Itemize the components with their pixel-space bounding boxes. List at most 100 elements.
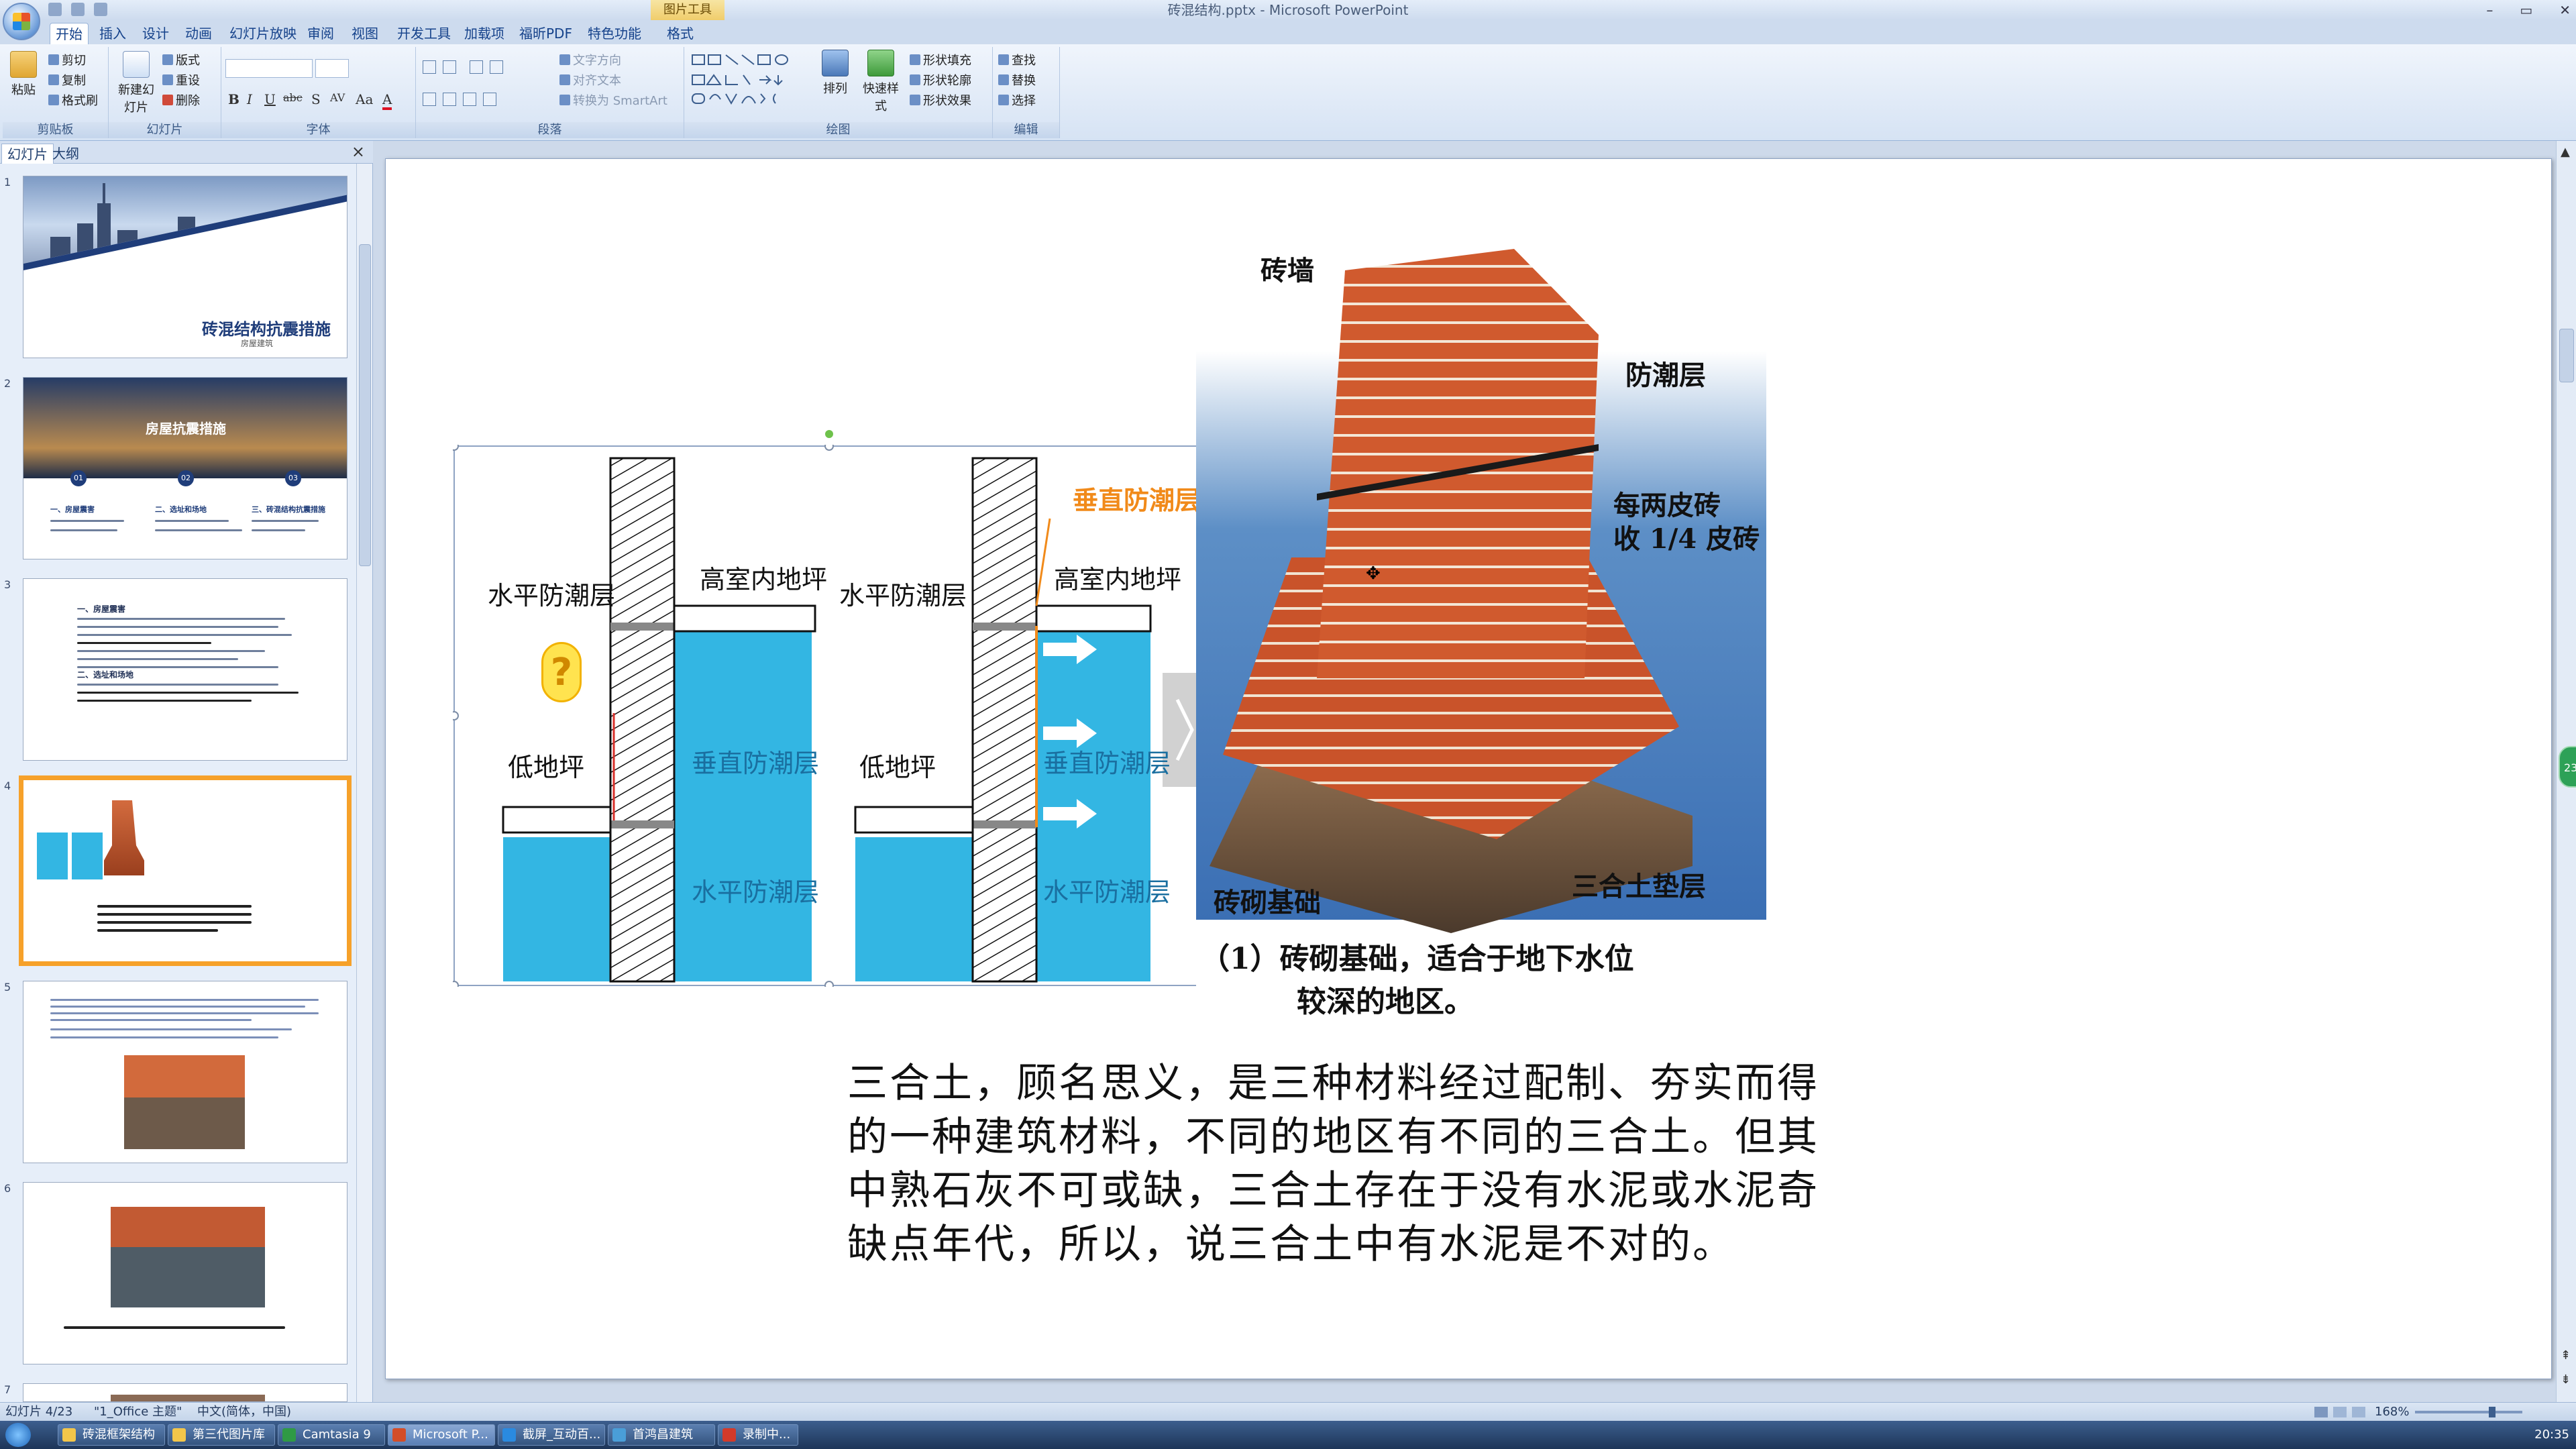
justify-icon[interactable] [483, 93, 496, 106]
layout-button[interactable]: 版式 [162, 51, 200, 68]
zoom-slider-thumb[interactable] [2489, 1407, 2496, 1417]
shadow-button[interactable]: S [311, 91, 321, 107]
new-slide-button[interactable]: 新建幻灯片 [113, 51, 160, 115]
align-center-icon[interactable] [443, 93, 456, 106]
align-text-button[interactable]: 对齐文本 [559, 71, 621, 89]
panel-scrollbar[interactable] [356, 164, 372, 1402]
tab-home[interactable]: 开始 [50, 23, 89, 44]
maximize-button[interactable]: ▭ [2520, 0, 2532, 20]
char-spacing-button[interactable]: AV [330, 91, 345, 104]
tab-insert[interactable]: 插入 [94, 23, 131, 44]
change-case-button[interactable]: Aa [356, 91, 373, 107]
language-indicator[interactable]: 中文(简体，中国) [197, 1403, 291, 1421]
copy-button[interactable]: 复制 [48, 71, 86, 89]
slide-thumbnail-4[interactable] [19, 775, 352, 966]
bold-button[interactable]: B [228, 91, 239, 107]
tab-view[interactable]: 视图 [346, 23, 384, 44]
shape-fill-button[interactable]: 形状填充 [910, 51, 971, 68]
next-slide-icon[interactable]: ⇟ [2561, 1373, 2571, 1387]
redo-icon[interactable] [94, 3, 107, 16]
slideshow-view-icon[interactable] [2352, 1407, 2365, 1417]
taskbar-item[interactable]: Camtasia 9 [278, 1424, 385, 1446]
tab-developer[interactable]: 开发工具 [392, 23, 456, 44]
shapes-gallery[interactable] [690, 52, 810, 113]
taskbar-item-powerpoint[interactable]: Microsoft P... [388, 1424, 495, 1446]
text-direction-button[interactable]: 文字方向 [559, 51, 621, 68]
reset-button[interactable]: 重设 [162, 71, 200, 89]
slide-thumbnail-2[interactable]: 房屋抗震措施 01 02 03 一、房屋震害 二、选址和场地 三、砖混结构抗震措… [23, 377, 347, 559]
thumb-item: 三、砖混结构抗震措施 [252, 505, 325, 514]
slide-thumbnail-7[interactable] [23, 1383, 347, 1402]
tab-foxit-pdf[interactable]: 福昕PDF [514, 23, 578, 44]
delete-slide-button[interactable]: 删除 [162, 91, 200, 109]
tab-review[interactable]: 审阅 [302, 23, 339, 44]
sorter-view-icon[interactable] [2333, 1407, 2347, 1417]
shape-effects-button[interactable]: 形状效果 [910, 91, 971, 109]
floating-badge[interactable]: 23 [2559, 746, 2576, 788]
start-button[interactable] [5, 1423, 31, 1447]
format-painter-button[interactable]: 格式刷 [48, 91, 98, 109]
tab-slides[interactable]: 幻灯片 [1, 144, 54, 164]
drawing-group: 排列 快速样式 形状填充 形状轮廓 形状效果 绘图 [684, 47, 993, 138]
tab-animation[interactable]: 动画 [180, 23, 217, 44]
taskbar-item[interactable]: 首鸿昌建筑 [608, 1424, 715, 1446]
panel-scroll-thumb[interactable] [359, 244, 371, 566]
underline-button[interactable]: U [264, 91, 276, 107]
undo-icon[interactable] [71, 3, 85, 16]
convert-smartart-button[interactable]: 转换为 SmartArt [559, 91, 667, 109]
slide-thumbnail-3[interactable]: 一、房屋震害 二、选址和场地 [23, 578, 347, 761]
tab-slideshow[interactable]: 幻灯片放映 [224, 23, 302, 44]
slide-thumbnail-5[interactable] [23, 981, 347, 1163]
arrange-icon [822, 50, 849, 76]
numbering-icon[interactable] [443, 60, 456, 74]
cut-button[interactable]: 剪切 [48, 51, 86, 68]
clock[interactable]: 20:35 [2534, 1428, 2569, 1442]
find-button[interactable]: 查找 [998, 51, 1036, 68]
close-button[interactable]: ✕ [2559, 0, 2571, 20]
bullets-icon[interactable] [423, 60, 436, 74]
quick-styles-button[interactable]: 快速样式 [857, 50, 904, 114]
tab-format[interactable]: 格式 [661, 23, 699, 44]
office-button[interactable] [3, 3, 40, 40]
slide-thumbnail-6[interactable] [23, 1182, 347, 1364]
font-size-field[interactable] [315, 59, 349, 78]
decrease-indent-icon[interactable] [470, 60, 483, 74]
brick-foundation-image[interactable]: 砖墙 防潮层 每两皮砖 收 1/4 皮砖 三合土垫层 砖砌基础 （1）砖砌基础，… [1196, 209, 1766, 1024]
select-button[interactable]: 选择 [998, 91, 1036, 109]
zoom-slider[interactable] [2415, 1411, 2522, 1413]
paste-button[interactable]: 粘贴 [7, 51, 40, 98]
zoom-level[interactable]: 168% [2375, 1403, 2409, 1421]
slide-canvas[interactable]: 水平防潮层 高室内地坪 低地坪 垂直防潮层 水平防潮层 ? 垂直防潮层 水平防潮… [385, 158, 2552, 1379]
tab-features[interactable]: 特色功能 [582, 23, 647, 44]
prev-slide-icon[interactable]: ⇞ [2561, 1348, 2571, 1362]
taskbar-item[interactable]: 录制中... [718, 1424, 798, 1446]
panel-close-icon[interactable]: × [352, 142, 365, 161]
replace-button[interactable]: 替换 [998, 71, 1036, 89]
scroll-up-icon[interactable]: ▲ [2561, 145, 2570, 159]
strikethrough-button[interactable]: abc [283, 91, 303, 104]
shape-outline-button[interactable]: 形状轮廓 [910, 71, 971, 89]
taskbar-item[interactable]: 截屏_互动百... [498, 1424, 605, 1446]
slide-scroll-thumb[interactable] [2559, 329, 2574, 382]
increase-indent-icon[interactable] [490, 60, 503, 74]
body-text[interactable]: 三合土，顾名思义，是三种材料经过配制、夯实而得 的一种建筑材料，不同的地区有不同… [847, 1057, 1921, 1271]
minimize-button[interactable]: – [2486, 0, 2493, 20]
tab-outline[interactable]: 大纲 [47, 144, 85, 164]
font-color-button[interactable]: A [382, 91, 392, 110]
align-right-icon[interactable] [463, 93, 476, 106]
taskbar-item[interactable]: 第三代图片库 [168, 1424, 275, 1446]
tab-addins[interactable]: 加载项 [459, 23, 510, 44]
slide-number: 2 [4, 377, 11, 390]
align-left-icon[interactable] [423, 93, 436, 106]
taskbar-item[interactable]: 砖混框架结构 [58, 1424, 165, 1446]
text-line [50, 999, 319, 1001]
slide-thumbnail-1[interactable]: 砖混结构抗震措施 房屋建筑 [23, 176, 347, 358]
normal-view-icon[interactable] [2314, 1407, 2328, 1417]
arrange-button[interactable]: 排列 [818, 50, 852, 97]
mini-diagram [72, 833, 103, 879]
font-name-field[interactable] [225, 59, 313, 78]
rotate-handle-icon[interactable] [825, 430, 833, 438]
italic-button[interactable]: I [247, 91, 252, 107]
tab-design[interactable]: 设计 [137, 23, 174, 44]
save-icon[interactable] [48, 3, 62, 16]
